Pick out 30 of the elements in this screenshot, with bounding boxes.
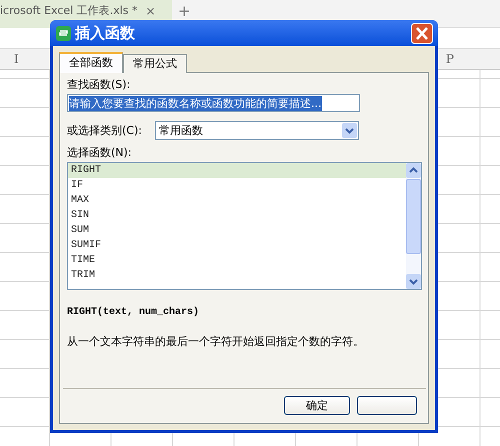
scrollbar[interactable] bbox=[406, 163, 421, 289]
tab-title: icrosoft Excel 工作表.xls * bbox=[0, 3, 138, 18]
field-label: 选择函数(N): bbox=[67, 145, 132, 160]
function-signature: RIGHT(text, num_chars) bbox=[67, 307, 200, 318]
function-list-item[interactable]: RIGHT bbox=[68, 163, 406, 178]
field-label: 或选择类别(C): bbox=[67, 123, 143, 138]
function-list-item[interactable]: SIN bbox=[68, 208, 406, 223]
ok-button[interactable]: 确定 bbox=[284, 396, 350, 415]
function-list-item[interactable]: TIME bbox=[68, 253, 406, 268]
search-field[interactable]: 请输入您要查找的函数名称或函数功能的简要描述... bbox=[67, 94, 360, 112]
column-header: P bbox=[446, 52, 454, 66]
scroll-up-icon[interactable] bbox=[406, 163, 421, 178]
function-list-item[interactable]: SUMIF bbox=[68, 238, 406, 253]
function-list-item[interactable]: MAX bbox=[68, 193, 406, 208]
function-description: 从一个文本字符串的最后一个字符开始返回指定个数的字符。 bbox=[67, 334, 365, 349]
dialog-tab[interactable]: 全部函数 bbox=[59, 52, 123, 73]
column-header: I bbox=[14, 52, 19, 66]
category-dropdown[interactable]: 常用函数 bbox=[155, 121, 359, 140]
function-list-item[interactable]: IF bbox=[68, 178, 406, 193]
new-tab-button[interactable]: + bbox=[178, 2, 191, 20]
function-list-item[interactable]: TRIM bbox=[68, 268, 406, 283]
close-icon[interactable] bbox=[411, 22, 433, 44]
tab-close-button[interactable]: × bbox=[146, 4, 156, 18]
dialog-tab[interactable]: 常用公式 bbox=[123, 54, 187, 73]
dialog-button[interactable] bbox=[357, 396, 417, 415]
scroll-thumb[interactable] bbox=[406, 179, 421, 254]
app-icon bbox=[56, 26, 71, 40]
function-list-item[interactable]: SUM bbox=[68, 223, 406, 238]
scroll-down-icon[interactable] bbox=[406, 274, 421, 289]
field-label: 查找函数(S): bbox=[67, 77, 130, 92]
